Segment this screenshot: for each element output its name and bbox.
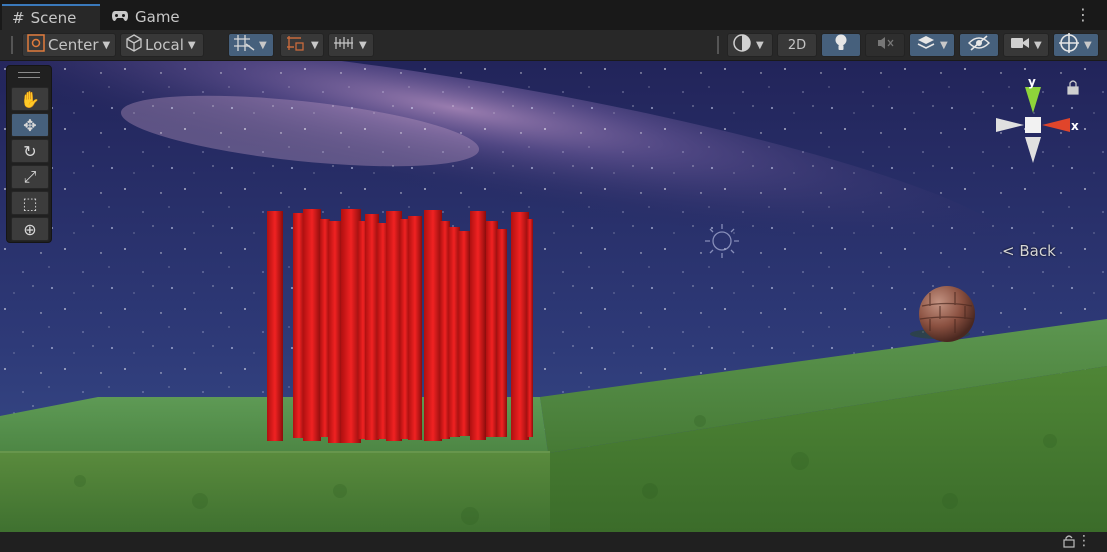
effects-dropdown[interactable]: ▼ <box>909 33 955 57</box>
back-arrow-icon: < <box>1002 242 1015 260</box>
rotate-icon: ↻ <box>23 141 37 161</box>
gizmos-dropdown[interactable]: ▼ <box>1053 33 1099 57</box>
toggle-2d-label: 2D <box>787 37 807 53</box>
pivot-mode-dropdown[interactable]: Center ▼ <box>22 33 116 57</box>
audio-toggle[interactable] <box>865 33 905 57</box>
chevron-down-icon: ▼ <box>1034 39 1042 51</box>
tab-scene[interactable]: # Scene <box>2 4 100 30</box>
toggle-2d-button[interactable]: 2D <box>777 33 817 57</box>
chevron-down-icon: ▼ <box>756 39 764 51</box>
rect-tool[interactable]: ⬚ <box>11 191 49 215</box>
lighting-toggle[interactable] <box>821 33 861 57</box>
chevron-down-icon: ▼ <box>102 39 111 51</box>
scene-render: y x <box>0 61 1107 532</box>
camera-dropdown[interactable]: ▼ <box>1003 33 1049 57</box>
tool-palette: ✋ ✥ ↻ ⤢ ⬚ ⊕ <box>6 65 52 243</box>
gizmo-icon <box>1058 32 1080 58</box>
move-tool[interactable]: ✥ <box>11 113 49 137</box>
scale-tool[interactable]: ⤢ <box>11 165 49 189</box>
chevron-down-icon: ▼ <box>259 39 267 51</box>
tab-scene-label: Scene <box>30 9 77 27</box>
pivot-rotation-label: Local <box>145 36 184 54</box>
pivot-mode-label: Center <box>48 36 99 54</box>
ruler-dropdown[interactable]: ▼ <box>328 33 374 57</box>
lock-icon[interactable] <box>1063 534 1075 552</box>
increment-snapping-toggle[interactable]: ▼ <box>280 33 324 57</box>
chevron-down-icon: ▼ <box>311 39 319 51</box>
snap-increment-icon <box>285 34 307 56</box>
hand-icon: ✋ <box>20 89 40 109</box>
shading-sphere-icon <box>732 33 752 57</box>
cube-icon <box>125 34 143 56</box>
transform-icon: ⊕ <box>23 219 37 239</box>
move-icon: ✥ <box>23 115 37 135</box>
view-direction-label[interactable]: < Back <box>1002 242 1056 260</box>
grid-snap-icon <box>233 34 255 56</box>
transform-tool[interactable]: ⊕ <box>11 217 49 241</box>
grid-snapping-toggle[interactable]: ▼ <box>228 33 274 57</box>
tab-game-label: Game <box>135 8 180 26</box>
rect-icon: ⬚ <box>22 193 38 213</box>
hand-tool[interactable]: ✋ <box>11 87 49 111</box>
chevron-down-icon: ▼ <box>187 39 196 51</box>
palette-drag-handle[interactable] <box>18 72 40 78</box>
tab-game[interactable]: Game <box>101 4 190 30</box>
pivot-rotation-dropdown[interactable]: Local ▼ <box>120 33 204 57</box>
more-options-icon[interactable]: ⋮ <box>1077 533 1091 549</box>
layers-icon <box>916 34 936 56</box>
mute-icon <box>876 35 894 55</box>
scene-toolbar: Center ▼ Local ▼ ▼ ▼ ▼ ▼ 2D ▼ ▼ ▼ <box>0 30 1107 61</box>
gamepad-icon <box>111 8 129 26</box>
draw-mode-dropdown[interactable]: ▼ <box>727 33 773 57</box>
camera-icon <box>1010 35 1030 55</box>
tab-bar: # Scene Game ⋮ <box>0 0 1107 30</box>
red-pillar-cluster <box>267 209 533 443</box>
chevron-down-icon: ▼ <box>1084 39 1092 51</box>
toolbar-grip[interactable] <box>11 36 13 54</box>
axis-x-label: x <box>1071 119 1079 133</box>
scene-viewport[interactable]: y x < Back <box>0 61 1107 532</box>
toolbar-grip[interactable] <box>717 36 719 54</box>
status-bar: ⋮ <box>0 532 1107 552</box>
axis-y-label: y <box>1028 75 1036 89</box>
hash-icon: # <box>12 9 25 27</box>
eye-hidden-icon <box>967 35 991 55</box>
ruler-icon <box>333 34 355 56</box>
rotate-tool[interactable]: ↻ <box>11 139 49 163</box>
pivot-icon <box>27 34 45 56</box>
scene-visibility-toggle[interactable] <box>959 33 999 57</box>
scale-icon: ⤢ <box>23 167 37 186</box>
chevron-down-icon: ▼ <box>940 39 948 51</box>
lightbulb-icon <box>834 34 848 56</box>
chevron-down-icon: ▼ <box>359 39 367 51</box>
more-options-icon[interactable]: ⋮ <box>1075 6 1091 24</box>
